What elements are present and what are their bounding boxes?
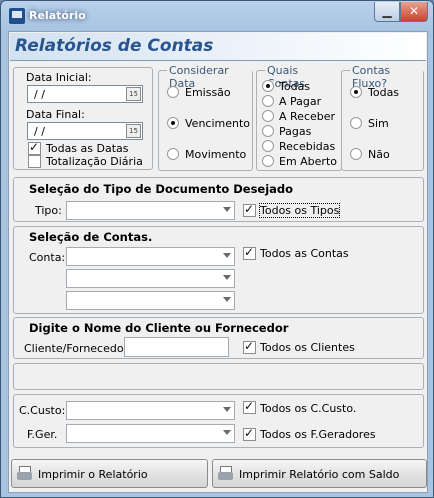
page-title: Relatórios de Contas — [15, 36, 214, 56]
daily-total-checkbox[interactable] — [28, 155, 41, 168]
account-label: Conta: — [29, 251, 66, 264]
empty-panel — [13, 363, 424, 390]
chevron-down-icon — [223, 297, 231, 302]
printer-icon — [17, 466, 33, 481]
radio-a-pagar[interactable] — [262, 95, 274, 107]
radio-fluxo-sim[interactable] — [350, 117, 362, 129]
client-input[interactable] — [124, 337, 229, 357]
flow-accounts-group: Contas Fluxo? Todas Sim Não — [341, 64, 424, 171]
minimize-button[interactable]: ▁ — [374, 2, 400, 22]
radio-movimento[interactable] — [167, 148, 179, 160]
all-dates-label: Todas as Datas — [46, 142, 129, 155]
all-clients-checkbox[interactable] — [243, 339, 256, 354]
consider-date-group: Considerar Data Emissão Vencimento Movim… — [158, 64, 253, 171]
report-window: Relatório ▁ ✕ Relatórios de Contas Data … — [0, 0, 434, 498]
app-icon — [9, 8, 25, 24]
chevron-down-icon — [223, 430, 231, 435]
document-type-panel: Seleção do Tipo de Documento Desejado Ti… — [13, 177, 424, 222]
all-clients-label: Todos os Clientes — [260, 341, 355, 354]
client-label: Cliente/Fornecedor: — [24, 342, 132, 355]
generator-dropdown[interactable] — [66, 424, 235, 443]
type-dropdown[interactable] — [66, 201, 235, 220]
todas-label: Todas — [279, 80, 311, 93]
recebidas-label: Recebidas — [279, 140, 336, 153]
all-dates-checkbox[interactable] — [28, 140, 41, 155]
client-heading: Digite o Nome do Cliente ou Fornecedor — [29, 321, 289, 335]
fluxo-sim-label: Sim — [368, 117, 389, 130]
calendar-icon[interactable]: 15 — [126, 87, 141, 101]
movimento-label: Movimento — [185, 148, 247, 161]
close-button[interactable]: ✕ — [400, 2, 428, 22]
client-panel: Digite o Nome do Cliente ou Fornecedor C… — [13, 317, 424, 359]
print-report-button[interactable]: Imprimir o Relatório — [11, 459, 208, 488]
end-date-field[interactable]: / / 15 — [27, 122, 143, 140]
radio-pagas[interactable] — [262, 125, 274, 137]
header-divider — [10, 60, 426, 61]
window-title: Relatório — [29, 9, 86, 22]
a-pagar-label: A Pagar — [279, 95, 322, 108]
fluxo-nao-label: Não — [368, 148, 390, 161]
date-panel: Data Inicial: / / 15 Data Final: / / 15 … — [13, 67, 153, 170]
all-accounts-checkbox[interactable] — [243, 245, 256, 260]
cost-panel: C.Custo: Todos os C.Custo. F.Ger. Todos … — [13, 394, 424, 448]
radio-em-aberto[interactable] — [262, 155, 274, 167]
account-dropdown-1[interactable] — [66, 247, 235, 266]
cost-center-label: C.Custo: — [19, 404, 66, 417]
chevron-down-icon — [223, 275, 231, 280]
calendar-icon[interactable]: 15 — [126, 124, 141, 138]
start-date-label: Data Inicial: — [26, 71, 92, 84]
printer-icon — [218, 466, 234, 481]
all-generators-checkbox[interactable] — [243, 426, 256, 441]
radio-todas[interactable] — [262, 80, 274, 92]
emissao-label: Emissão — [185, 86, 231, 99]
client-area: Relatórios de Contas Data Inicial: / / 1… — [8, 31, 428, 493]
radio-emissao[interactable] — [167, 86, 179, 98]
all-types-label: Todos os Tipos — [258, 203, 341, 218]
all-accounts-label: Todos as Contas — [260, 247, 349, 260]
which-accounts-group: Quais Contas Todas A Pagar A Receber Pag… — [256, 64, 342, 171]
start-date-field[interactable]: / / 15 — [27, 85, 143, 103]
account-dropdown-3[interactable] — [66, 291, 235, 310]
radio-fluxo-nao[interactable] — [350, 148, 362, 160]
chevron-down-icon — [223, 253, 231, 258]
title-bar: Relatório ▁ ✕ — [1, 1, 433, 31]
generator-label: F.Ger. — [27, 428, 58, 441]
radio-a-receber[interactable] — [262, 110, 274, 122]
pagas-label: Pagas — [279, 125, 312, 138]
end-date-label: Data Final: — [26, 108, 85, 121]
accounts-heading: Seleção de Contas. — [29, 230, 153, 244]
accounts-panel: Seleção de Contas. Conta: Todos as Conta… — [13, 226, 424, 314]
radio-vencimento[interactable] — [167, 117, 179, 129]
a-receber-label: A Receber — [279, 110, 336, 123]
cost-center-dropdown[interactable] — [66, 401, 235, 420]
daily-total-label: Totalização Diária — [46, 155, 143, 168]
document-type-heading: Seleção do Tipo de Documento Desejado — [29, 182, 294, 196]
print-report-balance-button[interactable]: Imprimir Relatório com Saldo — [212, 459, 427, 488]
all-cost-centers-label: Todos os C.Custo. — [260, 402, 357, 415]
all-cost-centers-checkbox[interactable] — [243, 399, 256, 414]
em-aberto-label: Em Aberto — [279, 155, 338, 168]
end-date-value: / / — [34, 125, 45, 138]
radio-recebidas[interactable] — [262, 140, 274, 152]
header-banner: Relatórios de Contas — [10, 33, 426, 60]
fluxo-todas-label: Todas — [368, 86, 400, 99]
account-dropdown-2[interactable] — [66, 269, 235, 288]
print-report-label: Imprimir o Relatório — [38, 468, 148, 481]
vencimento-label: Vencimento — [185, 117, 251, 130]
all-types-checkbox[interactable] — [243, 202, 256, 217]
chevron-down-icon — [223, 407, 231, 412]
type-label: Tipo: — [35, 204, 62, 217]
print-report-balance-label: Imprimir Relatório com Saldo — [239, 468, 400, 481]
chevron-down-icon — [223, 207, 231, 212]
radio-fluxo-todas[interactable] — [350, 86, 362, 98]
start-date-value: / / — [34, 88, 45, 101]
all-generators-label: Todos os F.Geradores — [260, 428, 376, 441]
